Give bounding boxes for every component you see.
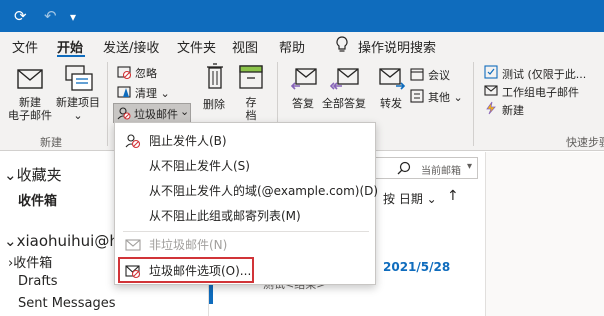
tell-me-search[interactable]: 操作说明搜索: [358, 37, 436, 56]
archive-label-1: 存: [245, 96, 257, 109]
reply-button[interactable]: 答复: [292, 95, 314, 111]
meeting-button[interactable]: 会议: [428, 67, 450, 83]
reply-all-button[interactable]: 全部答复: [322, 95, 366, 111]
ribbon-separator: [107, 62, 108, 146]
folder-inbox-favorite[interactable]: 收件箱: [18, 190, 57, 209]
account-label: xiaohuihui@hu: [16, 232, 129, 250]
title-bar: ⟳ ↶ ▾: [0, 0, 604, 32]
reply-icon[interactable]: [290, 66, 318, 90]
tab-folder[interactable]: 文件夹: [177, 37, 216, 56]
sync-icon[interactable]: ⟳: [14, 7, 27, 25]
ignore-icon: [117, 66, 131, 79]
ribbon-tabs: 文件 开始 发送/接收 文件夹 视图 帮助 操作说明搜索: [0, 32, 604, 58]
folder-inbox[interactable]: ›收件箱: [8, 252, 52, 271]
junk-label: 垃圾邮件: [134, 108, 178, 121]
menu-not-junk[interactable]: 非垃圾邮件(N): [115, 233, 375, 257]
folder-sent[interactable]: Sent Messages: [18, 296, 115, 311]
search-icon[interactable]: [397, 161, 411, 175]
archive-button[interactable]: 存 档: [236, 96, 266, 122]
not-junk-icon: [125, 239, 141, 251]
lightbulb-icon: [336, 36, 348, 52]
clean-up-icon: [117, 86, 131, 98]
block-sender-icon: [125, 134, 141, 149]
menu-label: 从不阻止此组或邮寄列表(M): [149, 209, 301, 223]
more-respond-label: 其他: [428, 91, 450, 104]
reading-pane: [485, 152, 604, 316]
new-items-icon[interactable]: [64, 64, 94, 92]
delete-button[interactable]: 删除: [203, 96, 225, 112]
chevron-down-icon: ⌄: [4, 232, 17, 250]
menu-never-block-sender[interactable]: 从不阻止发件人(S): [115, 154, 375, 178]
junk-icon: [117, 107, 131, 120]
highlight-annotation: [118, 257, 254, 283]
menu-label: 从不阻止发件人的域(@example.com)(D): [149, 184, 379, 198]
new-email-label-1: 新建: [19, 96, 41, 109]
trash-icon[interactable]: [206, 62, 224, 90]
menu-label: 阻止发件人(B): [149, 134, 227, 148]
message-date: 2021/5/28: [383, 260, 451, 274]
forward-button[interactable]: 转发: [380, 95, 402, 111]
ribbon-separator: [473, 62, 474, 146]
menu-never-block-group[interactable]: 从不阻止此组或邮寄列表(M): [115, 204, 375, 228]
more-respond-caret-icon: ⌄: [453, 91, 463, 104]
meeting-icon: [410, 68, 424, 81]
lightning-icon: [486, 101, 496, 115]
tab-home[interactable]: 开始: [57, 37, 83, 56]
sort-caret-icon: ⌄: [426, 192, 437, 206]
search-scope[interactable]: 当前邮箱: [421, 162, 461, 177]
search-scope-caret-icon[interactable]: ▾: [467, 161, 472, 172]
chevron-down-icon: ⌄: [4, 166, 17, 184]
archive-label-2: 档: [245, 109, 257, 122]
new-item-caret-icon: ⌄: [73, 109, 83, 122]
tab-help[interactable]: 帮助: [279, 37, 305, 56]
quick-access-dropdown-icon[interactable]: ▾: [70, 8, 76, 26]
clean-up-button[interactable]: 清理 ⌄: [135, 85, 170, 101]
forward-icon[interactable]: [378, 66, 406, 90]
search-box[interactable]: 当前邮箱 ▾: [370, 157, 478, 179]
folder-drafts[interactable]: Drafts: [18, 274, 58, 289]
tab-view[interactable]: 视图: [232, 37, 258, 56]
new-item-label: 新建项目: [56, 96, 100, 109]
menu-label: 非垃圾邮件(N): [149, 238, 228, 252]
new-email-button[interactable]: 新建 电子邮件: [4, 96, 56, 122]
more-respond-button[interactable]: 其他 ⌄: [428, 89, 463, 105]
quickstep-test[interactable]: 测试 (仅限于此...: [502, 66, 586, 82]
junk-button[interactable]: 垃圾邮件 ⌄: [113, 103, 191, 123]
sort-by-date[interactable]: 按 日期 ⌄: [383, 190, 437, 207]
menu-block-sender[interactable]: 阻止发件人(B): [115, 129, 375, 153]
new-email-label-2: 电子邮件: [8, 109, 52, 122]
quickstep-test-icon: [484, 65, 498, 79]
quickstep-new[interactable]: 新建: [502, 102, 524, 118]
inbox-label: 收件箱: [13, 256, 53, 271]
quickstep-team-email[interactable]: 工作组电子邮件: [502, 84, 579, 100]
active-tab-indicator: [57, 55, 85, 57]
clean-up-label: 清理: [135, 87, 157, 100]
tab-file[interactable]: 文件: [12, 37, 38, 56]
sort-label: 按 日期: [383, 192, 423, 206]
account-header[interactable]: ⌄xiaohuihui@hu: [4, 232, 128, 250]
menu-separator: [123, 231, 369, 232]
new-email-icon[interactable]: [16, 66, 44, 92]
junk-caret-icon: ⌄: [180, 105, 190, 118]
favorites-label: 收藏夹: [16, 166, 62, 184]
tab-send-receive[interactable]: 发送/接收: [103, 37, 159, 56]
team-email-icon: [484, 85, 498, 96]
ignore-button[interactable]: 忽略: [135, 65, 157, 81]
new-item-button[interactable]: 新建项目 ⌄: [52, 96, 104, 122]
menu-never-block-domain[interactable]: 从不阻止发件人的域(@example.com)(D): [115, 179, 379, 203]
group-new-label: 新建: [40, 136, 62, 149]
group-quicksteps-label: 快速步骤: [566, 136, 604, 149]
archive-icon[interactable]: [238, 64, 264, 90]
favorites-header[interactable]: ⌄收藏夹: [4, 164, 62, 185]
clean-up-caret-icon: ⌄: [160, 87, 170, 100]
menu-label: 从不阻止发件人(S): [149, 159, 250, 173]
reply-all-icon[interactable]: [330, 66, 360, 90]
more-respond-icon: [410, 89, 424, 103]
undo-icon[interactable]: ↶: [44, 7, 57, 25]
sort-direction-icon[interactable]: ↑: [447, 188, 459, 204]
